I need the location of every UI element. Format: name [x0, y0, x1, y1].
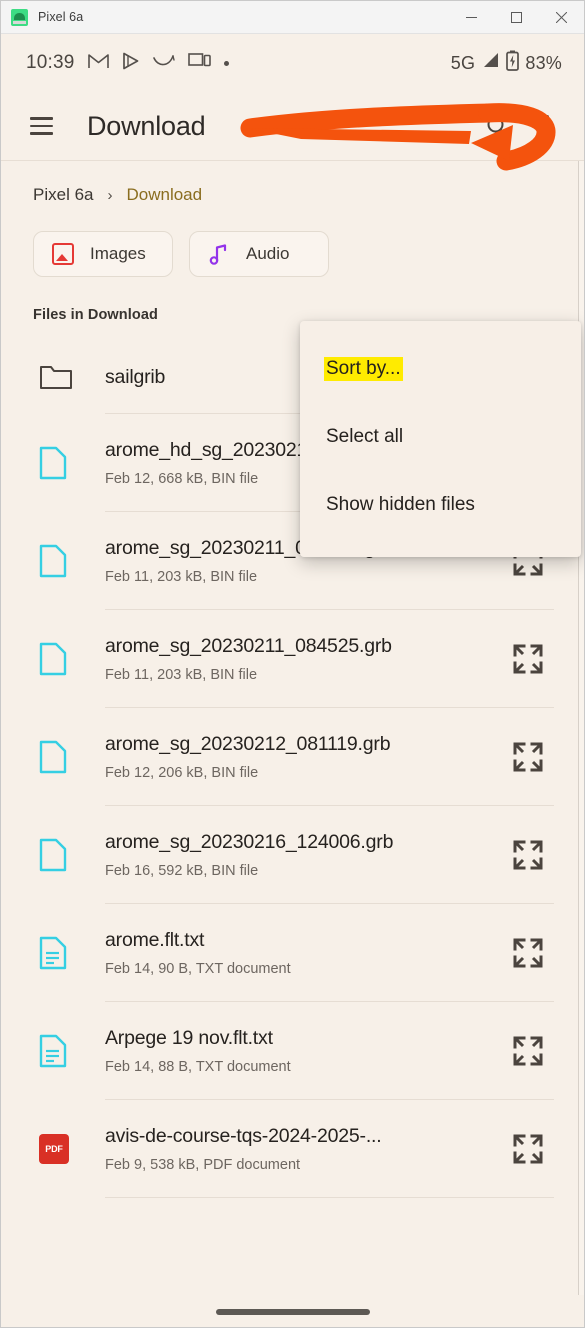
- page-title: Download: [87, 110, 206, 141]
- chip-audio[interactable]: Audio: [189, 231, 329, 277]
- file-blank-icon: [31, 642, 83, 676]
- minimize-icon[interactable]: [449, 1, 494, 34]
- window-title: Pixel 6a: [38, 10, 84, 24]
- list-item-file[interactable]: arome_sg_20230211_084525.grb Feb 11, 203…: [1, 610, 584, 707]
- list-item-name: arome_sg_20230212_081119.grb: [105, 732, 391, 755]
- list-item-meta: Feb 14, 88 B, TXT document: [105, 1058, 291, 1075]
- pixel-mirror-window: Pixel 6a 10:39 5G 83% Download Pixel 6a …: [0, 0, 585, 1328]
- file-text-icon: [31, 1034, 83, 1068]
- file-browser-content: Pixel 6a › Download Images Audio Files i…: [1, 160, 584, 1327]
- android-status-bar: 10:39 5G 83%: [1, 34, 584, 92]
- list-item-meta: Feb 16, 592 kB, BIN file: [105, 862, 259, 879]
- battery-percent-label: 83%: [525, 52, 562, 73]
- expand-icon[interactable]: [502, 1028, 554, 1074]
- breadcrumb-root[interactable]: Pixel 6a: [33, 185, 93, 205]
- android-device-icon: [11, 8, 28, 26]
- hamburger-menu-icon[interactable]: [23, 108, 59, 144]
- gesture-navigation-bar: [1, 1295, 584, 1327]
- menu-item-select-all[interactable]: Select all: [300, 403, 581, 471]
- list-item-meta: Feb 12, 206 kB, BIN file: [105, 764, 259, 781]
- expand-icon[interactable]: [502, 832, 554, 878]
- search-icon[interactable]: [480, 109, 514, 143]
- expand-icon[interactable]: [502, 930, 554, 976]
- cast-device-icon: [187, 52, 211, 74]
- overflow-menu-popup: Sort by... Select all Show hidden files: [300, 321, 581, 557]
- file-blank-icon: [31, 446, 83, 480]
- expand-icon[interactable]: [502, 1126, 554, 1172]
- chip-audio-label: Audio: [246, 244, 290, 263]
- file-blank-icon: [31, 544, 83, 578]
- home-gesture-handle[interactable]: [215, 1309, 370, 1315]
- expand-icon[interactable]: [502, 734, 554, 780]
- filter-chips: Images Audio: [1, 205, 584, 277]
- list-item-meta: Feb 11, 203 kB, BIN file: [105, 666, 258, 683]
- battery-charging-icon: [506, 50, 520, 76]
- file-blank-icon: [31, 838, 83, 872]
- close-icon[interactable]: [539, 1, 584, 34]
- image-icon: [52, 243, 74, 265]
- menu-item-show-hidden-files[interactable]: Show hidden files: [300, 471, 581, 539]
- menu-item-label: Show hidden files: [326, 494, 475, 515]
- list-item-file[interactable]: Arpege 19 nov.flt.txt Feb 14, 88 B, TXT …: [1, 1002, 584, 1099]
- menu-item-label: Select all: [326, 426, 404, 447]
- swoosh-icon: [152, 54, 175, 73]
- list-item-name: arome.flt.txt: [105, 928, 205, 951]
- network-type-label: 5G: [450, 52, 476, 73]
- status-time: 10:39: [26, 52, 75, 73]
- breadcrumb-current[interactable]: Download: [126, 185, 202, 205]
- status-system-icons: 5G 83%: [451, 50, 562, 76]
- signal-bars-icon: [481, 51, 500, 75]
- pdf-icon: PDF: [31, 1133, 83, 1164]
- maximize-icon[interactable]: [494, 1, 539, 34]
- pdf-badge: PDF: [39, 1133, 69, 1164]
- chip-images[interactable]: Images: [33, 231, 173, 277]
- list-item-file[interactable]: PDF avis-de-course-tqs-2024-2025-... Feb…: [1, 1100, 584, 1197]
- chevron-right-icon: ›: [107, 186, 113, 204]
- app-bar: Download: [1, 92, 584, 160]
- list-item-name: arome_sg_20230211_084525.grb: [105, 634, 392, 657]
- list-item-name: Arpege 19 nov.flt.txt: [105, 1026, 273, 1049]
- list-item-file[interactable]: arome_sg_20230216_124006.grb Feb 16, 592…: [1, 806, 584, 903]
- section-header: Files in Download: [33, 307, 158, 323]
- app-bar-actions: [480, 109, 564, 143]
- dot-icon: [223, 60, 229, 66]
- overflow-menu-icon[interactable]: [530, 109, 564, 143]
- divider: [105, 1197, 554, 1198]
- list-item-meta: Feb 14, 90 B, TXT document: [105, 960, 291, 977]
- list-item-meta: Feb 9, 538 kB, PDF document: [105, 1156, 301, 1173]
- gmail-icon: [87, 52, 109, 74]
- file-text-icon: [31, 936, 83, 970]
- folder-icon: [31, 362, 83, 392]
- window-controls: [449, 1, 584, 34]
- play-store-icon: [122, 52, 140, 75]
- chip-images-label: Images: [90, 244, 146, 263]
- status-notification-icons: [87, 52, 229, 75]
- expand-icon[interactable]: [502, 636, 554, 682]
- list-item-meta: Feb 11, 203 kB, BIN file: [105, 568, 258, 585]
- file-blank-icon: [31, 740, 83, 774]
- list-item-file[interactable]: arome.flt.txt Feb 14, 90 B, TXT document: [1, 904, 584, 1001]
- window-title-bar: Pixel 6a: [1, 1, 584, 34]
- menu-item-sort-by[interactable]: Sort by...: [300, 335, 581, 403]
- menu-item-label: Sort by...: [324, 357, 403, 381]
- music-note-icon: [208, 243, 230, 265]
- list-item-file[interactable]: arome_sg_20230212_081119.grb Feb 12, 206…: [1, 708, 584, 805]
- breadcrumb: Pixel 6a › Download: [1, 161, 584, 205]
- list-item-name: avis-de-course-tqs-2024-2025-...: [105, 1124, 382, 1147]
- list-item-name: arome_sg_20230216_124006.grb: [105, 830, 394, 853]
